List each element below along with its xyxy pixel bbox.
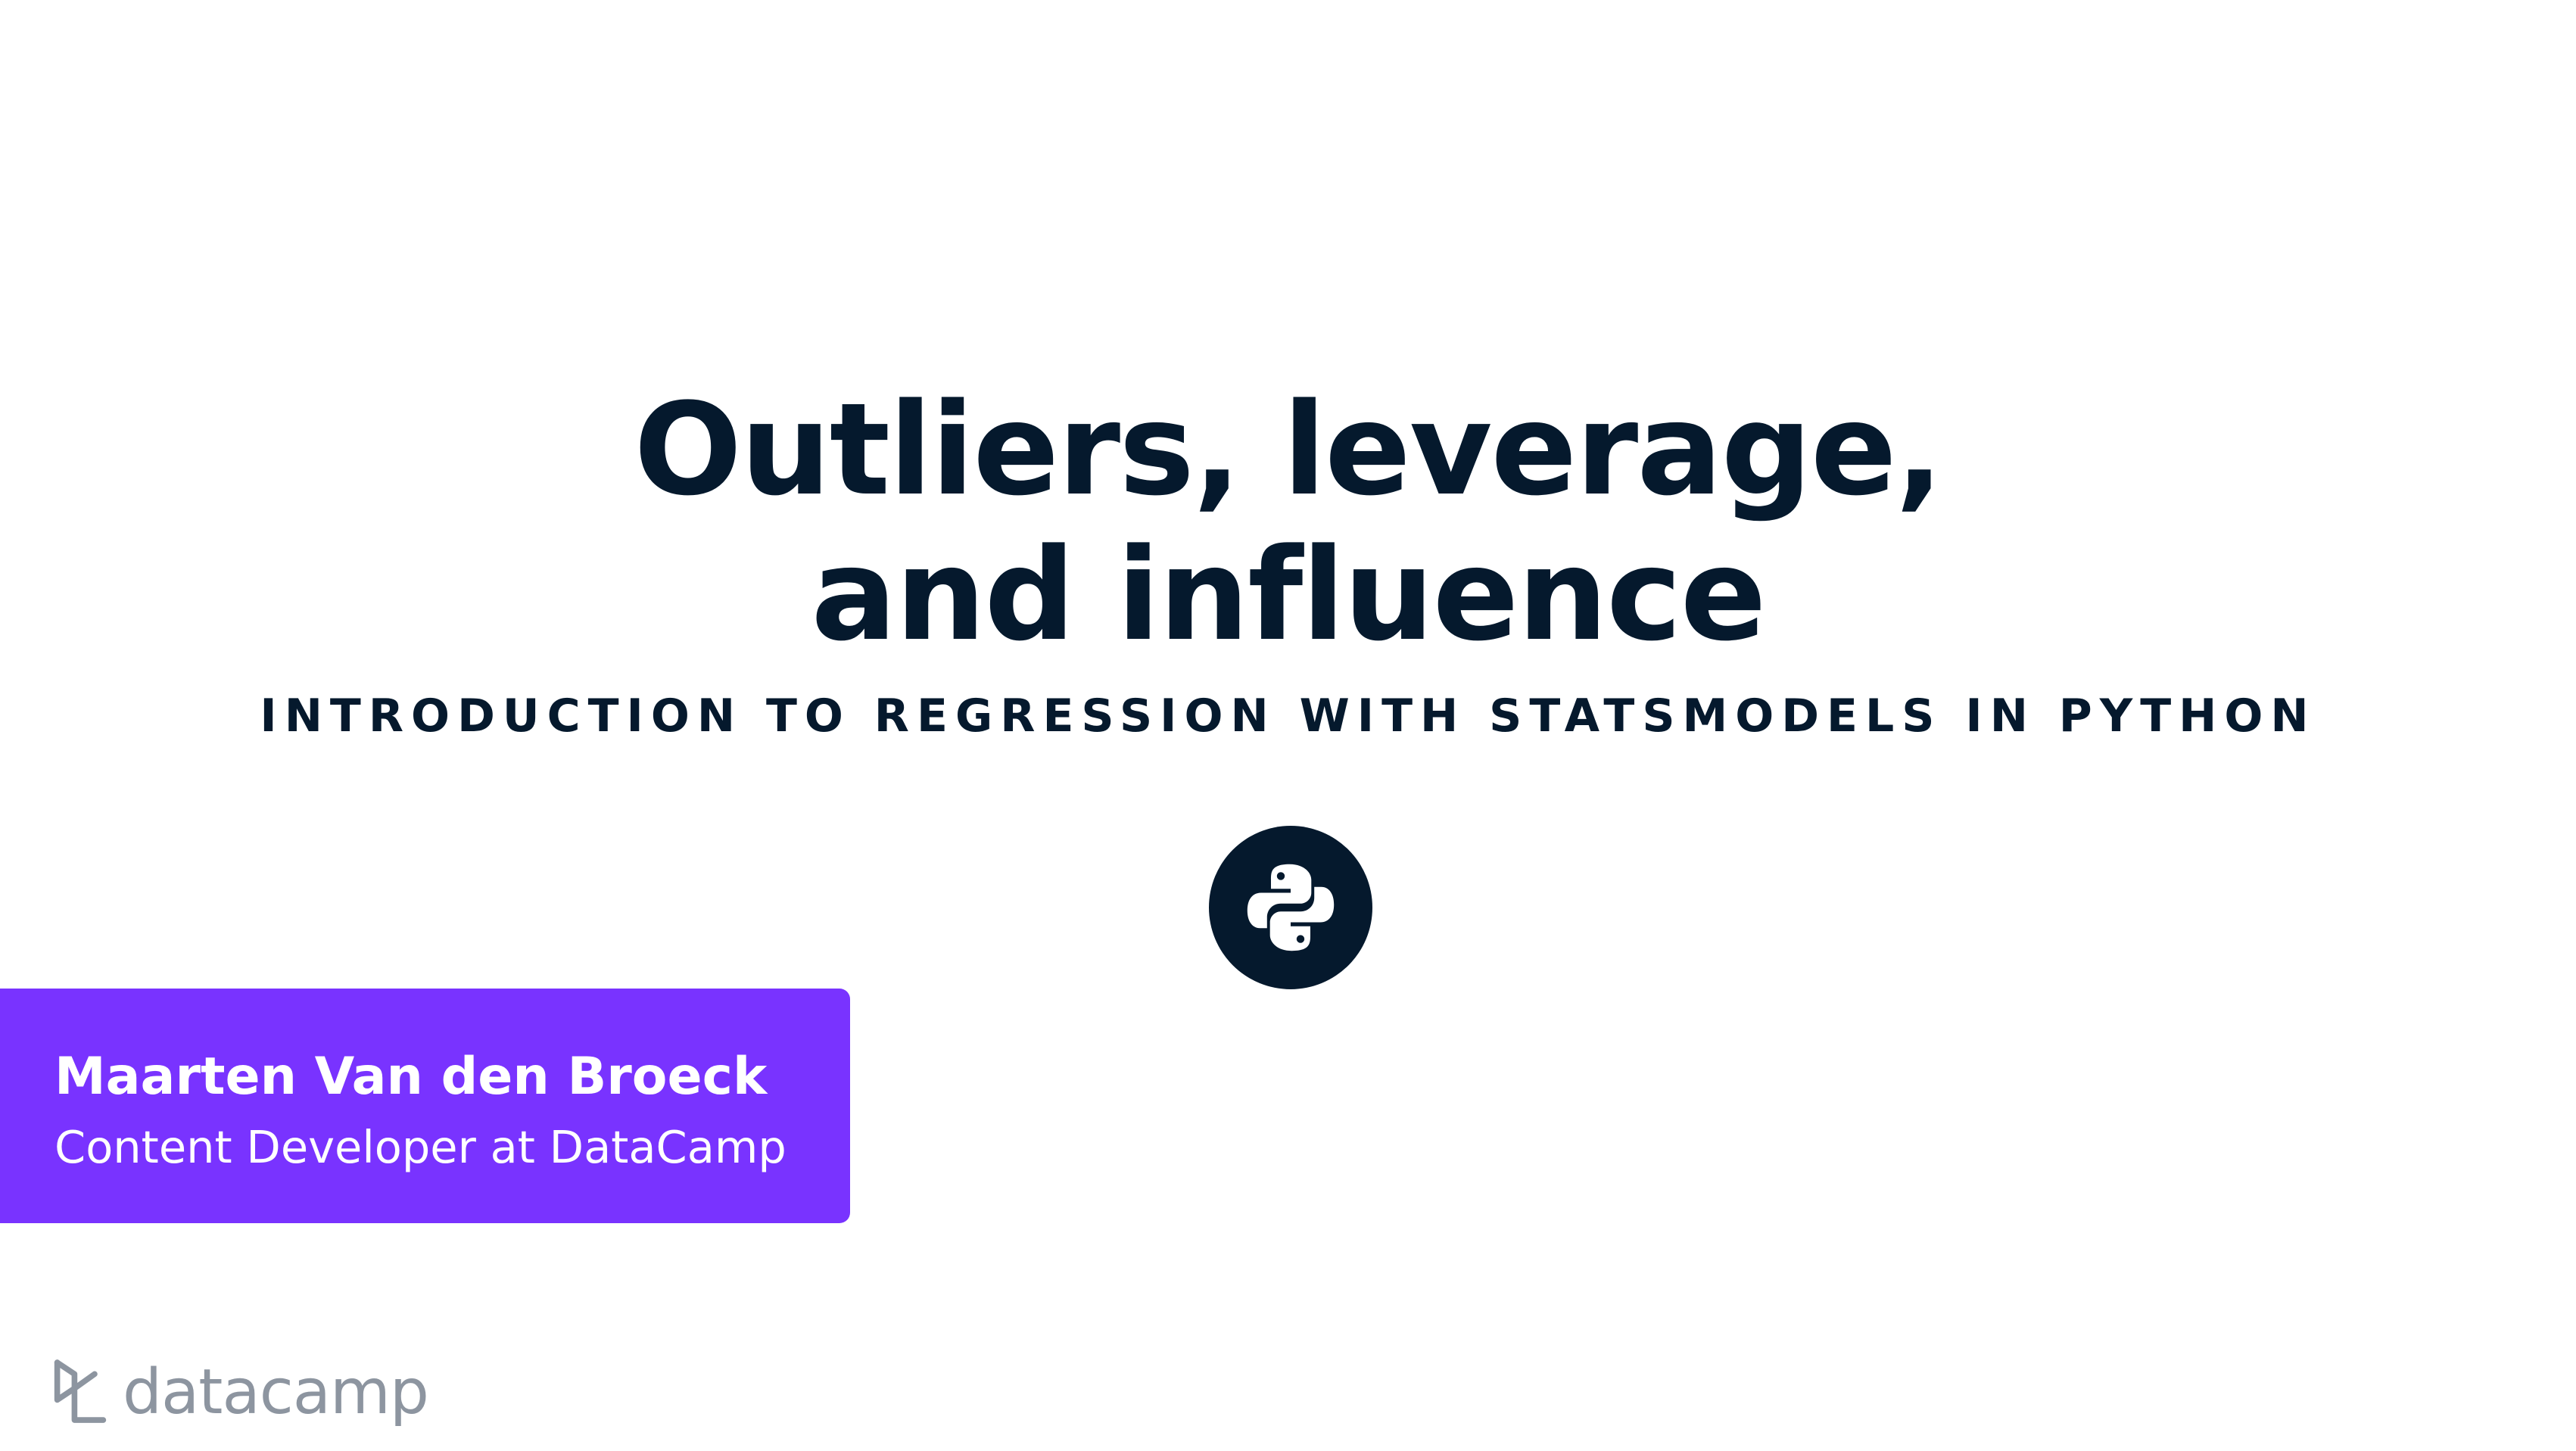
slide-title: Outliers, leverage, and influence <box>0 377 2576 668</box>
slide-title-line-2: and influence <box>811 521 1766 669</box>
python-logo-icon <box>1247 864 1335 951</box>
python-logo-badge <box>1209 826 1372 989</box>
author-card: Maarten Van den Broeck Content Developer… <box>0 989 850 1223</box>
author-name: Maarten Van den Broeck <box>55 1047 768 1107</box>
datacamp-logo-text: datacamp <box>123 1356 429 1428</box>
datacamp-logo: datacamp <box>51 1355 429 1431</box>
course-name: INTRODUCTION TO REGRESSION WITH STATSMOD… <box>260 690 2316 743</box>
datacamp-logo-icon <box>54 1359 107 1423</box>
slide-title-line-1: Outliers, leverage, <box>634 375 1943 524</box>
author-role: Content Developer at DataCamp <box>55 1121 787 1173</box>
